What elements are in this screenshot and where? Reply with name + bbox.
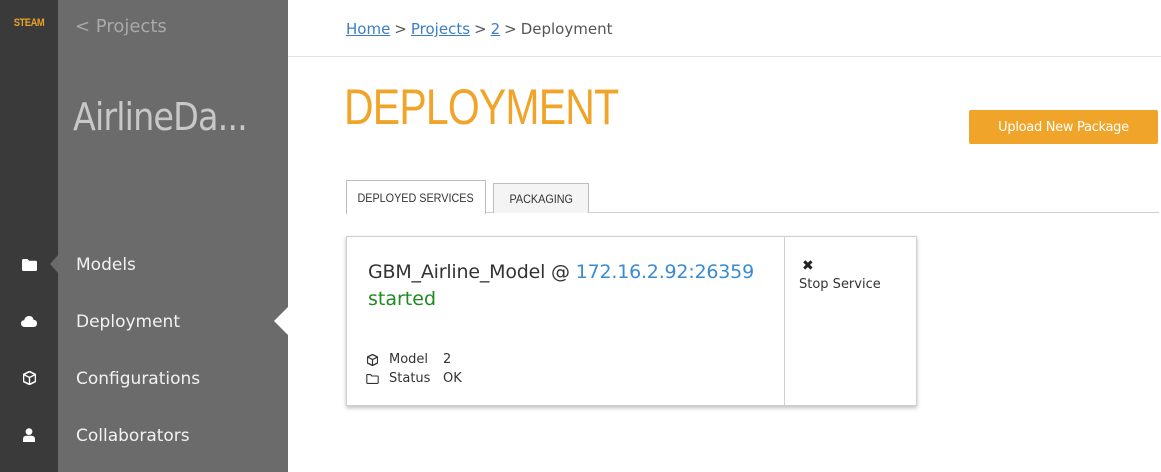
cube-icon	[365, 353, 379, 367]
header-divider	[288, 56, 1161, 57]
breadcrumb-current: Deployment	[520, 20, 613, 38]
icon-rail: STEAM	[0, 0, 58, 472]
service-address[interactable]: 172.16.2.92:26359	[576, 261, 754, 283]
tab-deployed-services[interactable]: DEPLOYED SERVICES	[346, 180, 486, 214]
meta-label: Status	[389, 371, 431, 386]
meta-row-model: Model 2	[365, 352, 451, 367]
back-to-projects-link[interactable]: < Projects	[75, 16, 167, 37]
breadcrumb-project-id-link[interactable]: 2	[491, 20, 501, 38]
stop-service-button[interactable]: ✖ Stop Service	[799, 259, 909, 292]
meta-label: Model	[389, 352, 429, 367]
breadcrumb-home-link[interactable]: Home	[346, 20, 390, 38]
breadcrumb: Home > Projects >2 > Deployment	[346, 20, 612, 38]
folder-icon[interactable]	[19, 255, 39, 275]
stop-service-label: Stop Service	[799, 277, 881, 292]
nav-item-collaborators[interactable]: Collaborators	[76, 426, 190, 446]
service-title: GBM_Airline_Model @ 172.16.2.92:26359	[368, 261, 754, 283]
project-name: AirlineDa...	[73, 95, 248, 139]
breadcrumb-projects-link[interactable]: Projects	[411, 20, 470, 38]
nav-item-configurations[interactable]: Configurations	[76, 369, 200, 389]
service-state: started	[368, 288, 437, 310]
tab-packaging[interactable]: PACKAGING	[493, 183, 589, 213]
cloud-icon[interactable]	[19, 311, 39, 331]
page-title: DEPLOYMENT	[344, 79, 619, 135]
meta-row-status: Status OK	[365, 371, 462, 386]
breadcrumb-separator: >	[394, 20, 407, 38]
cube-icon[interactable]	[19, 368, 39, 388]
meta-value: 2	[443, 352, 452, 367]
nav-item-models[interactable]: Models	[76, 255, 136, 275]
service-card: GBM_Airline_Model @ 172.16.2.92:26359 st…	[346, 236, 917, 406]
breadcrumb-separator: >	[504, 20, 517, 38]
upload-new-package-button[interactable]: Upload New Package	[969, 110, 1158, 144]
breadcrumb-separator: >	[474, 20, 487, 38]
folder-icon	[365, 372, 379, 386]
service-name: GBM_Airline_Model	[368, 261, 546, 283]
card-divider	[784, 237, 785, 405]
steam-logo[interactable]: STEAM	[4, 17, 53, 29]
user-icon[interactable]	[19, 425, 39, 445]
service-at: @	[551, 261, 570, 283]
meta-value: OK	[443, 371, 462, 386]
project-panel: < Projects AirlineDa... Models Deploymen…	[58, 0, 288, 472]
tab-deployed-services-label: DEPLOYED SERVICES	[357, 190, 475, 205]
nav-item-deployment[interactable]: Deployment	[76, 312, 180, 332]
close-icon: ✖	[802, 258, 814, 274]
active-nav-indicator	[274, 307, 288, 335]
tab-packaging-label: PACKAGING	[509, 191, 573, 206]
